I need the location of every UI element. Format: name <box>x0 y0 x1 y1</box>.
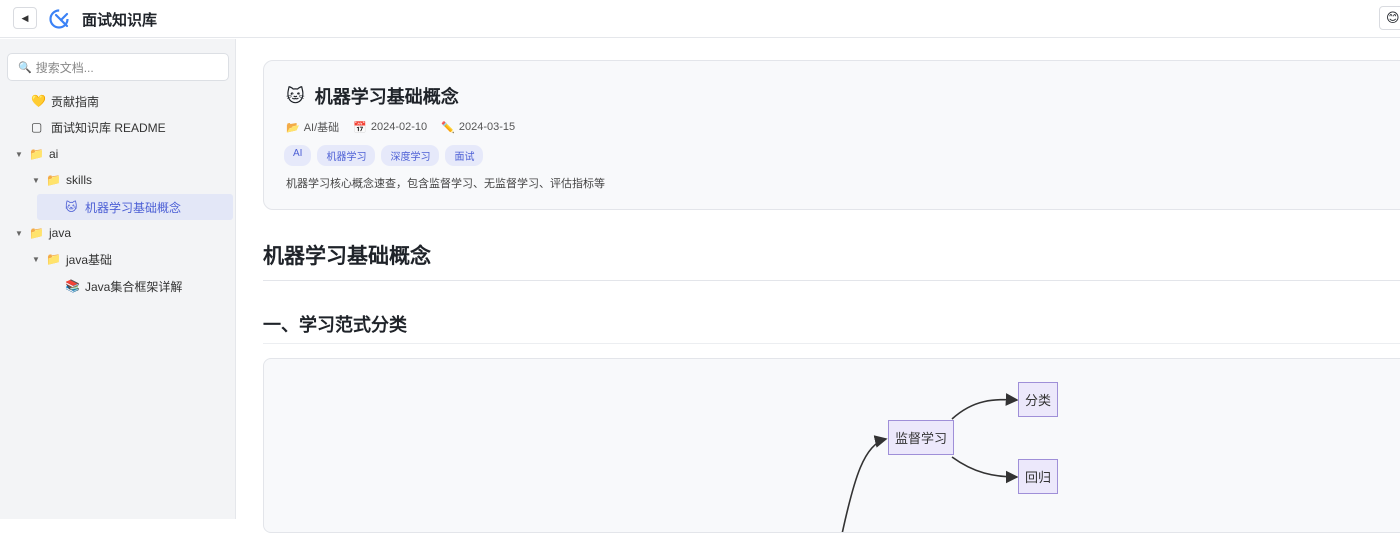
cat-face-icon: 🐱 <box>286 85 305 106</box>
heading-divider <box>263 343 1400 344</box>
sidebar-item-label: 机器学习基础概念 <box>85 200 182 215</box>
folder-icon: 📁 <box>29 226 44 240</box>
search-placeholder: 搜索文档... <box>35 60 94 75</box>
sidebar-item-contributing[interactable]: 💛 贡献指南 <box>31 88 99 114</box>
expand-arrow-icon[interactable]: ▼ <box>15 229 29 238</box>
diagram-edges <box>841 393 1019 532</box>
doc-updated-text: 2024-03-15 <box>458 121 516 133</box>
edge-supervised-to-regression <box>951 456 1019 484</box>
mermaid-diagram: 监督学习 分类 回归 <box>263 358 1400 533</box>
tag-chip[interactable]: 深度学习 <box>381 145 440 166</box>
doc-title-text: 机器学习基础概念 <box>314 87 459 107</box>
sidebar-folder-java-basics[interactable]: ▼ 📁 java基础 <box>32 246 112 272</box>
calendar-icon: 📅 <box>353 121 367 134</box>
doc-title: 🐱 机器学习基础概念 <box>286 83 459 109</box>
tag-chip[interactable]: 机器学习 <box>317 145 376 166</box>
sidebar-item-label: 面试知识库 README <box>51 120 166 135</box>
node-supervised-learning: 监督学习 <box>888 420 954 455</box>
top-bar: ◀ 面试知识库 😊 <box>0 0 1400 38</box>
doc-category: 📂 AI/基础 <box>286 119 339 135</box>
doc-meta-card: 🐱 机器学习基础概念 📂 AI/基础 📅 2024-02-10 ✏️ 2024-… <box>263 60 1400 210</box>
content-heading-h1: 机器学习基础概念 <box>263 245 431 268</box>
doc-created-text: 2024-02-10 <box>370 121 428 133</box>
sidebar-item-label: skills <box>66 173 92 187</box>
heart-icon: 💛 <box>31 94 46 108</box>
doc-updated-date: ✏️ 2024-03-15 <box>441 121 515 134</box>
tag-chip[interactable]: 面试 <box>445 145 484 166</box>
smile-icon: 😊 <box>1386 10 1400 25</box>
search-input[interactable]: 🔍 搜索文档... <box>7 53 229 81</box>
collapse-sidebar-button[interactable]: ◀ <box>13 7 37 29</box>
doc-category-text: AI/基础 <box>303 122 340 134</box>
edge-supervised-to-classification <box>951 393 1019 420</box>
node-regression: 回归 <box>1018 459 1058 494</box>
main-content: 🐱 机器学习基础概念 📂 AI/基础 📅 2024-02-10 ✏️ 2024-… <box>237 39 1400 533</box>
doc-summary: 机器学习核心概念速查，包含监督学习、无监督学习、评估指标等 <box>286 178 605 190</box>
sidebar-folder-ai[interactable]: ▼ 📁 ai <box>15 141 58 167</box>
doc-meta-row: 📂 AI/基础 📅 2024-02-10 ✏️ 2024-03-15 <box>286 119 529 135</box>
expand-arrow-icon[interactable]: ▼ <box>32 176 46 185</box>
heading-divider <box>263 280 1400 281</box>
sidebar-item-ml-basics[interactable]: 🐱 机器学习基础概念 <box>37 194 233 220</box>
sidebar-item-label: Java集合框架详解 <box>85 279 183 294</box>
document-icon: ▢ <box>31 120 43 134</box>
sidebar-folder-java[interactable]: ▼ 📁 java <box>15 220 71 246</box>
doc-tags: AI 机器学习 深度学习 面试 <box>284 145 489 166</box>
sidebar-item-readme[interactable]: ▢ 面试知识库 README <box>31 114 166 140</box>
node-classification: 分类 <box>1018 382 1058 417</box>
sidebar-item-label: ai <box>49 147 59 161</box>
app-title: 面试知识库 <box>82 12 158 29</box>
search-icon: 🔍 <box>18 61 32 74</box>
expand-arrow-icon[interactable]: ▼ <box>15 150 29 159</box>
content-heading-h2: 一、学习范式分类 <box>263 315 407 335</box>
tag-chip[interactable]: AI <box>284 145 312 166</box>
sidebar-folder-skills[interactable]: ▼ 📁 skills <box>32 167 92 193</box>
books-icon: 📚 <box>65 279 80 293</box>
sidebar-item-label: 贡献指南 <box>51 94 100 109</box>
back-arrow-icon: ◀ <box>21 12 29 23</box>
sidebar-item-label: java <box>49 226 72 240</box>
doc-created-date: 📅 2024-02-10 <box>353 121 427 134</box>
folder-icon: 📁 <box>46 173 61 187</box>
expand-arrow-icon[interactable]: ▼ <box>32 255 46 264</box>
app-logo <box>49 9 69 29</box>
theme-toggle-button[interactable]: 😊 <box>1379 6 1400 30</box>
folder-icon: 📂 <box>286 121 300 134</box>
pencil-icon: ✏️ <box>441 121 455 134</box>
folder-icon: 📁 <box>46 252 61 266</box>
cat-face-icon: 🐱 <box>65 200 78 214</box>
folder-icon: 📁 <box>29 147 44 161</box>
sidebar-item-label: java基础 <box>66 252 113 267</box>
sidebar-item-java-collections[interactable]: 📚 Java集合框架详解 <box>65 273 182 299</box>
sidebar: 🔍 搜索文档... 💛 贡献指南 ▢ 面试知识库 README ▼ 📁 ai ▼… <box>0 39 236 519</box>
